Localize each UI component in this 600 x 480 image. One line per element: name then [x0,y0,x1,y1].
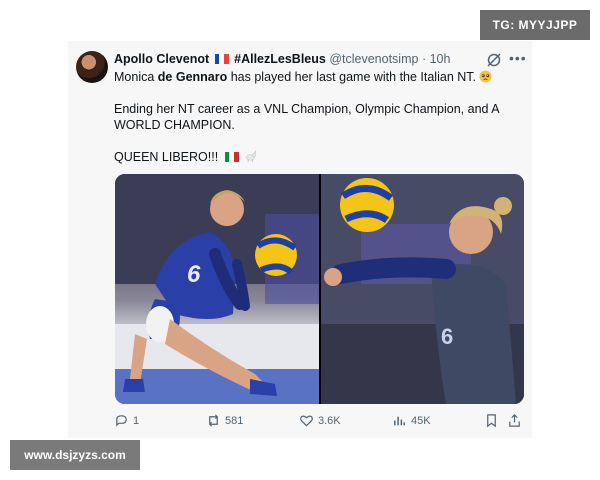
france-flag-icon [214,53,229,64]
share-button[interactable] [507,413,522,428]
photo-left-libero-dig[interactable]: 6 [115,174,319,404]
jersey-number-left: 6 [187,261,201,288]
pleading-face-emoji-icon [479,70,493,83]
tweet-text: Monica de Gennaro has played her last ga… [114,69,524,165]
jersey-number-right: 6 [441,324,453,349]
watermark-bottom: www.dsjzyzs.com [10,440,140,470]
author-name[interactable]: Apollo Clevenot [114,52,209,66]
tweet-header: Apollo Clevenot #AllezLesBleus @tcleveno… [114,52,450,66]
views-button[interactable]: 45K [392,413,431,428]
watermark-top: TG: MYYJJPP [480,10,590,40]
share-icon [509,414,520,427]
tweet-line-1-post: has played her last game with the Italia… [227,70,476,84]
views-count: 45K [411,414,431,427]
views-icon [394,416,405,426]
tweet-line-1-bold: de Gennaro [157,70,228,84]
like-icon [300,415,313,427]
photo-right-libero-pass[interactable]: 6 [321,174,524,404]
tweet-line-2: Ending her NT career as a VNL Champion, … [114,102,499,132]
reply-icon [116,415,127,427]
reply-button[interactable]: 1 [114,413,139,428]
tweet-card[interactable]: Apollo Clevenot #AllezLesBleus @tcleveno… [68,41,532,438]
header-separator: · [421,52,427,66]
like-count: 3.6K [318,414,341,427]
tweet-media[interactable]: 6 6 [115,174,524,404]
tweet-line-3: QUEEN LIBERO!!! [114,149,524,165]
avatar[interactable] [76,51,108,83]
photo-right-illustration: 6 [321,174,524,404]
more-icon[interactable]: ••• [509,50,527,66]
tweet-line-1-pre: Monica [114,70,158,84]
goat-emoji-icon [246,151,257,163]
grok-icon[interactable] [486,52,502,68]
author-handle[interactable]: @tclevenotsimp [329,52,418,66]
tweet-line-1: Monica de Gennaro has played her last ga… [114,69,524,85]
tweet-line-3-text: QUEEN LIBERO!!! [114,150,219,164]
italy-flag-icon [224,150,239,162]
bookmark-icon [487,414,496,428]
repost-icon [208,414,219,427]
photo-left-illustration: 6 [115,174,319,404]
like-button[interactable]: 3.6K [299,413,341,428]
repost-count: 581 [225,414,244,427]
tweet-actions: 1 581 3.6K 45K [114,413,524,431]
repost-button[interactable]: 581 [206,413,243,428]
tweet-time[interactable]: 10h [430,52,451,66]
bookmark-button[interactable] [484,413,499,428]
reply-count: 1 [133,414,140,427]
author-hashtag[interactable]: #AllezLesBleus [234,52,326,66]
